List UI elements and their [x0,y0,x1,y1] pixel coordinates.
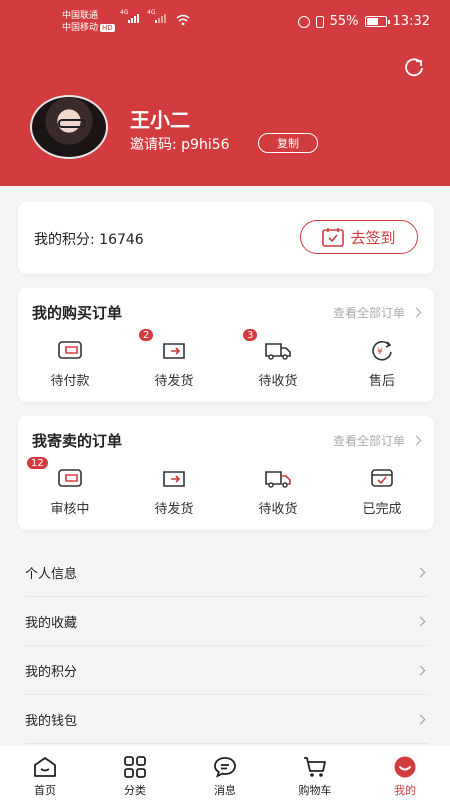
signin-button[interactable]: 去签到 [300,220,418,254]
hd-badge: HD [100,24,115,32]
bottom-tab-bar: 首页 分类 消息 购物车 我的 [0,746,450,800]
order-pending-receive[interactable]: 待收货 [226,464,330,520]
truck-icon [265,343,291,360]
sell-orders-items: 12 审核中 待发货 待收货 已完成 [18,456,434,520]
sell-orders-card: 我寄卖的订单 查看全部订单 12 审核中 待发货 待收货 已完成 [18,416,434,530]
chevron-right-icon [415,714,426,724]
review-icon [58,469,82,487]
badge-count: 2 [138,328,155,342]
battery-percent: 55% [329,14,359,29]
buy-orders-title: 我的购买订单 [32,304,123,322]
menu-personal-info[interactable]: 个人信息 [25,548,428,597]
settings-menu: 个人信息 我的收藏 我的积分 我的钱包 [25,548,428,744]
home-icon [34,757,56,777]
order-pending-receive[interactable]: 3 待收货 [226,328,330,392]
battery-icon [364,16,390,27]
alarm-icon [297,15,310,28]
truck-icon [265,471,291,488]
tab-messages[interactable]: 消息 [180,746,270,800]
carrier-info: 中国联通 中国移动 HD [62,10,115,34]
buy-orders-card: 我的购买订单 查看全部订单 待付款 2 待发货 3 待收货 ¥ 售后 [18,288,434,402]
username: 王小二 [130,108,190,132]
signal-2-icon: 4G [147,9,166,23]
clock: 13:32 [392,14,430,29]
sell-orders-title: 我寄卖的订单 [32,432,123,450]
buy-orders-view-all[interactable]: 查看全部订单 [333,304,422,321]
status-right: 55% 13:32 [297,14,430,29]
message-icon [214,757,236,778]
wallet-icon [58,341,82,359]
order-completed[interactable]: 已完成 [330,464,434,520]
cart-icon [304,757,326,777]
points-text: 我的积分: 16746 [34,232,144,248]
ship-icon [163,471,185,487]
tab-home[interactable]: 首页 [0,746,90,800]
tab-cart[interactable]: 购物车 [270,746,360,800]
chevron-right-icon [415,567,426,577]
points-card: 我的积分: 16746 去签到 [18,202,434,274]
menu-wallet[interactable]: 我的钱包 [25,695,428,744]
tab-mine[interactable]: 我的 [360,746,450,800]
carrier-2: 中国移动 [62,23,99,33]
invite-code: 邀请码: p9hi56 [130,137,230,153]
signal-1-icon: 4G [120,9,139,23]
profile-icon [394,756,416,778]
ship-icon [163,343,185,359]
refresh-icon[interactable] [403,56,425,78]
wifi-icon [176,14,190,26]
tab-category[interactable]: 分类 [90,746,180,800]
status-bar: 中国联通 中国移动 HD 4G 4G 55% 13:32 [0,0,450,44]
badge-count: 3 [242,328,259,342]
vibrate-icon [315,15,324,28]
chevron-right-icon [411,435,422,446]
completed-icon [371,469,393,487]
copy-button[interactable]: 复制 [258,133,318,153]
refund-icon: ¥ [372,340,392,361]
signin-label: 去签到 [350,228,396,247]
svg-text:¥: ¥ [377,347,383,357]
avatar[interactable] [30,95,110,159]
order-pending-ship[interactable]: 待发货 [122,464,226,520]
chevron-right-icon [415,616,426,626]
order-under-review[interactable]: 12 审核中 [18,456,122,520]
category-icon [124,756,146,778]
chevron-right-icon [411,307,422,318]
order-after-sale[interactable]: ¥ 售后 [330,336,434,392]
buy-orders-items: 待付款 2 待发货 3 待收货 ¥ 售后 [18,328,434,392]
menu-points[interactable]: 我的积分 [25,646,428,695]
calendar-check-icon [322,228,345,247]
order-pending-payment[interactable]: 待付款 [18,336,122,392]
badge-count: 12 [26,456,49,470]
menu-favorites[interactable]: 我的收藏 [25,597,428,646]
profile-header: 中国联通 中国移动 HD 4G 4G 55% 13:32 王小二 邀请码: p9… [0,0,450,186]
chevron-right-icon [415,665,426,675]
sell-orders-view-all[interactable]: 查看全部订单 [333,432,422,449]
carrier-1: 中国联通 [62,11,99,21]
order-pending-ship[interactable]: 2 待发货 [122,328,226,392]
